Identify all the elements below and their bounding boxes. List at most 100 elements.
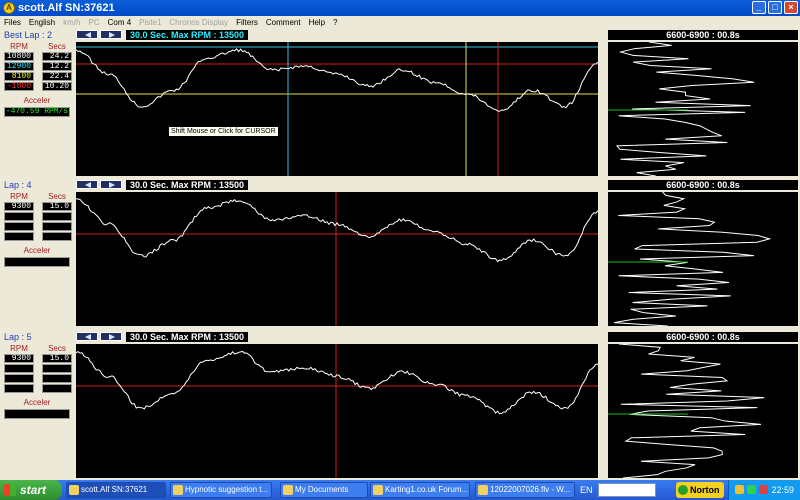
rpm-value xyxy=(4,222,34,231)
histogram-trace xyxy=(618,344,765,478)
rpm-histogram xyxy=(608,42,798,176)
norton-label: Norton xyxy=(690,485,720,495)
secs-value: 10.20 xyxy=(42,82,72,91)
secs-value: 15.0 xyxy=(42,354,72,363)
taskbar-item[interactable]: Hypnotic suggestion t... xyxy=(170,482,272,498)
menu-help[interactable]: Help xyxy=(305,18,329,27)
rpm-value: -1800 xyxy=(4,82,34,91)
taskbar-item-label: 12022007026.flv - W... xyxy=(490,485,571,494)
secs-value xyxy=(42,222,72,231)
taskbar-item[interactable]: 12022007026.flv - W... xyxy=(475,482,575,498)
app-logo-icon: A xyxy=(3,2,15,14)
histogram-header: 6600-6900 : 00.8s xyxy=(608,30,798,40)
taskbar: start scott.Alf SN:37621 Hypnotic suggest… xyxy=(0,480,800,500)
program-icon xyxy=(69,485,79,495)
acceleration-value xyxy=(4,409,70,419)
rpm-value xyxy=(4,364,34,373)
secs-header: Secs xyxy=(48,42,66,51)
previous-lap-button[interactable] xyxy=(76,332,98,341)
title-bar: A scott.Alf SN:37621 _ □ × xyxy=(0,0,800,16)
secs-header: Secs xyxy=(48,344,66,353)
secs-column: Secs 15.0 xyxy=(42,192,72,242)
secs-value xyxy=(42,212,72,221)
previous-lap-button[interactable] xyxy=(76,180,98,189)
system-tray: 22:59 xyxy=(728,480,800,500)
acceleration-value: -470.59 RPM/s xyxy=(4,107,70,117)
menu-english[interactable]: English xyxy=(25,18,59,27)
lap-panel: Lap : 4 30.0 Sec. Max RPM : 13500 6600-690… xyxy=(0,180,800,328)
program-icon xyxy=(373,485,383,495)
rpm-trace-plot[interactable] xyxy=(76,192,598,326)
next-lap-button[interactable] xyxy=(100,180,122,189)
rpm-header: RPM xyxy=(10,192,28,201)
acceleration-value xyxy=(4,257,70,267)
menu-files[interactable]: Files xyxy=(0,18,25,27)
rpm-value xyxy=(4,374,34,383)
program-icon xyxy=(173,485,183,495)
rpm-value: 9300 xyxy=(4,354,34,363)
menu-piste1: Piste1 xyxy=(139,17,162,27)
volume-icon[interactable] xyxy=(747,485,756,494)
start-button[interactable]: start xyxy=(0,480,62,500)
acceleration-header: Acceler xyxy=(23,398,51,407)
rpm-value xyxy=(4,212,34,221)
lap-info-bar: 30.0 Sec. Max RPM : 13500 xyxy=(126,30,248,40)
rpm-value: 12900 xyxy=(4,62,34,71)
network-icon[interactable] xyxy=(735,485,744,494)
next-lap-button[interactable] xyxy=(100,30,122,39)
lap-label: Best Lap : 2 xyxy=(4,30,53,40)
search-input[interactable] xyxy=(598,483,656,497)
menu-chronos-display: Chronos Display xyxy=(169,17,229,27)
secs-column: Secs 15.0 xyxy=(42,344,72,394)
histogram-header: 6600-6900 : 00.8s xyxy=(608,332,798,342)
menu-question[interactable]: ? xyxy=(329,18,341,27)
window-title: scott.Alf SN:37621 xyxy=(18,2,115,14)
rpm-column: RPM 9300 xyxy=(4,344,34,394)
next-lap-button[interactable] xyxy=(100,332,122,341)
norton-button[interactable]: Norton xyxy=(676,482,724,498)
rpm-value xyxy=(4,232,34,241)
menu-com-4[interactable]: Com 4 xyxy=(104,18,136,27)
menu-comment[interactable]: Comment xyxy=(262,18,305,27)
secs-column: Secs 24.2 12.2 22.4 10.20 xyxy=(42,42,72,92)
rpm-histogram xyxy=(608,344,798,478)
menu-bar: Files English km/h PC Com 4 Piste1 Chronos Dis… xyxy=(0,16,800,28)
histogram-trace xyxy=(615,42,755,176)
lap-label: Lap : 5 xyxy=(4,332,32,342)
menu-filters[interactable]: Filters xyxy=(232,18,262,27)
taskbar-item[interactable]: My Documents xyxy=(280,482,368,498)
rpm-trace-line xyxy=(76,48,598,112)
program-icon xyxy=(283,485,293,495)
histogram-trace xyxy=(613,192,772,326)
secs-value: 22.4 xyxy=(42,72,72,81)
rpm-value: 8100 xyxy=(4,72,34,81)
maximize-button[interactable]: □ xyxy=(768,1,782,14)
close-button[interactable]: × xyxy=(784,1,798,14)
language-indicator[interactable]: EN xyxy=(580,483,593,497)
secs-value: 12.2 xyxy=(42,62,72,71)
taskbar-item[interactable]: Karting1.co.uk Forum... xyxy=(370,482,470,498)
menu-km-h: km/h xyxy=(63,17,81,27)
minimize-button[interactable]: _ xyxy=(752,1,766,14)
rpm-trace-line xyxy=(76,198,598,263)
rpm-trace-plot[interactable] xyxy=(76,344,598,478)
start-label: start xyxy=(20,483,47,497)
rpm-column: RPM 9300 xyxy=(4,192,34,242)
rpm-column: RPM 10800 12900 8100 -1800 xyxy=(4,42,34,92)
cursor-tooltip: Shift Mouse or Click for CURSOR xyxy=(168,126,279,137)
lap-label: Lap : 4 xyxy=(4,180,32,190)
rpm-histogram xyxy=(608,192,798,326)
taskbar-item-label: Karting1.co.uk Forum... xyxy=(385,485,469,494)
previous-lap-button[interactable] xyxy=(76,30,98,39)
rpm-trace-plot[interactable] xyxy=(76,42,598,176)
taskbar-item[interactable]: scott.Alf SN:37621 xyxy=(66,482,166,498)
taskbar-item-label: Hypnotic suggestion t... xyxy=(185,485,269,494)
rpm-value: 10800 xyxy=(4,52,34,61)
secs-header: Secs xyxy=(48,192,66,201)
security-icon[interactable] xyxy=(759,485,768,494)
acceleration-header: Acceler xyxy=(23,96,51,105)
lap-info-bar: 30.0 Sec. Max RPM : 13500 xyxy=(126,180,248,190)
rpm-value: 9300 xyxy=(4,202,34,211)
secs-value: 15.0 xyxy=(42,202,72,211)
windows-logo-icon xyxy=(4,484,16,496)
